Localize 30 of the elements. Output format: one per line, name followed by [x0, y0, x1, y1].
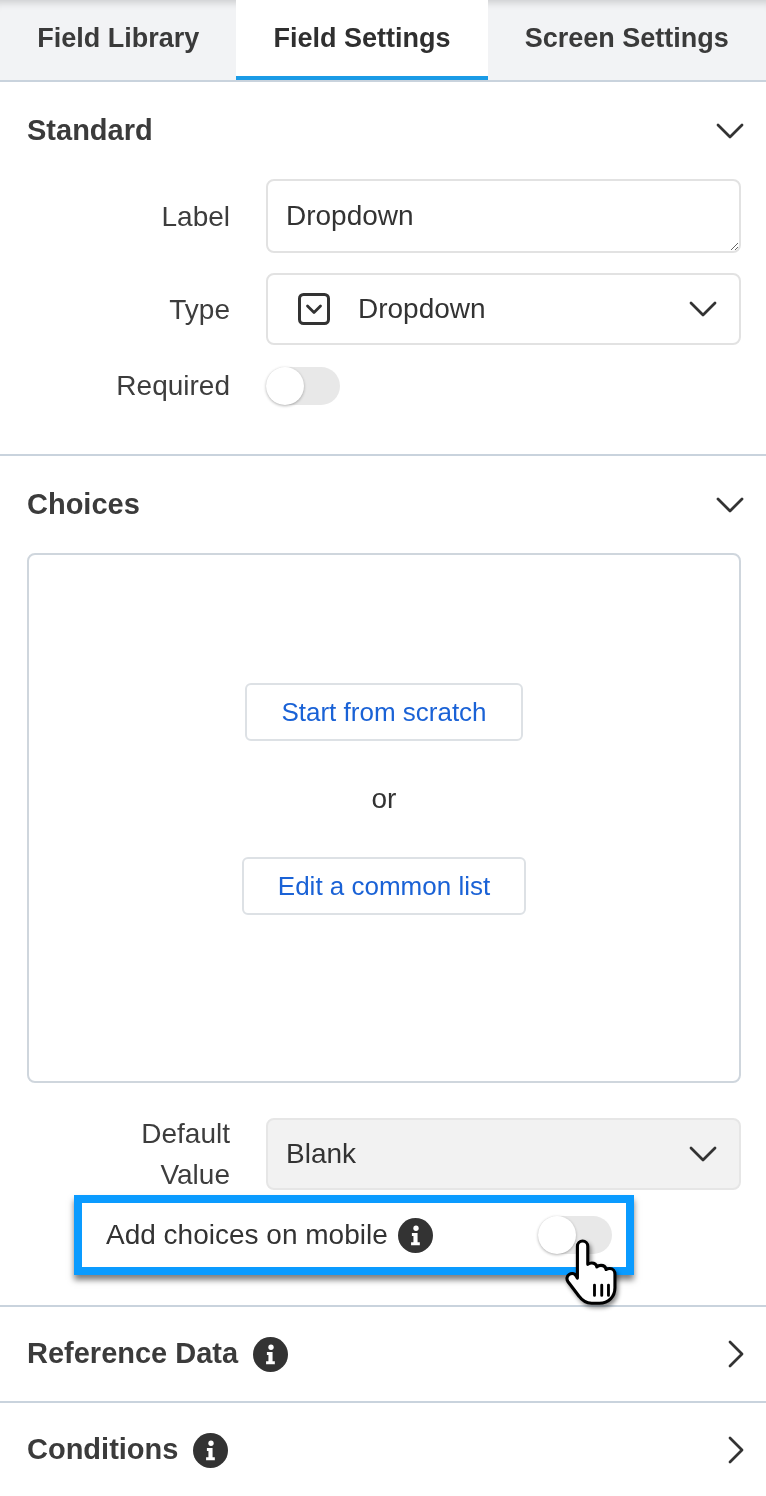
field-label: Label: [161, 199, 230, 234]
section-title: Standard: [27, 112, 153, 148]
toggle-switch[interactable]: [266, 366, 340, 405]
hand-pointer-icon: [565, 1239, 617, 1305]
caret-icon: [689, 1146, 717, 1162]
field-label: Type: [169, 292, 230, 327]
tab[interactable]: Field Library: [0, 0, 237, 80]
chevron-down-icon[interactable]: [716, 122, 744, 139]
toggle-label: Add choices on mobile: [106, 1218, 388, 1252]
info-icon[interactable]: [397, 1217, 433, 1253]
chevron-right-icon[interactable]: [728, 1340, 744, 1368]
tab[interactable]: Field Settings: [236, 0, 488, 80]
tab[interactable]: Screen Settings: [487, 0, 766, 80]
field-label: Required: [116, 369, 230, 403]
chevron-down-icon[interactable]: [716, 496, 744, 513]
dropdown-box-icon: [298, 293, 330, 325]
label-field[interactable]: Dropdown: [266, 179, 741, 253]
info-icon[interactable]: [193, 1432, 229, 1468]
toggle-switch[interactable]: [538, 1216, 612, 1254]
field-label: Default Value: [140, 1117, 230, 1192]
chevron-right-icon[interactable]: [728, 1436, 744, 1464]
caret-icon: [689, 301, 717, 317]
separator-text: or: [371, 782, 397, 816]
section-title: Reference Data: [27, 1336, 239, 1372]
choice-button[interactable]: Edit a common list: [241, 857, 527, 915]
choice-button[interactable]: Start from scratch: [245, 683, 523, 741]
section-title: Conditions: [27, 1432, 179, 1468]
info-icon[interactable]: [253, 1336, 289, 1372]
section-title: Choices: [27, 486, 140, 522]
dropdown-select[interactable]: Dropdown: [266, 273, 741, 345]
